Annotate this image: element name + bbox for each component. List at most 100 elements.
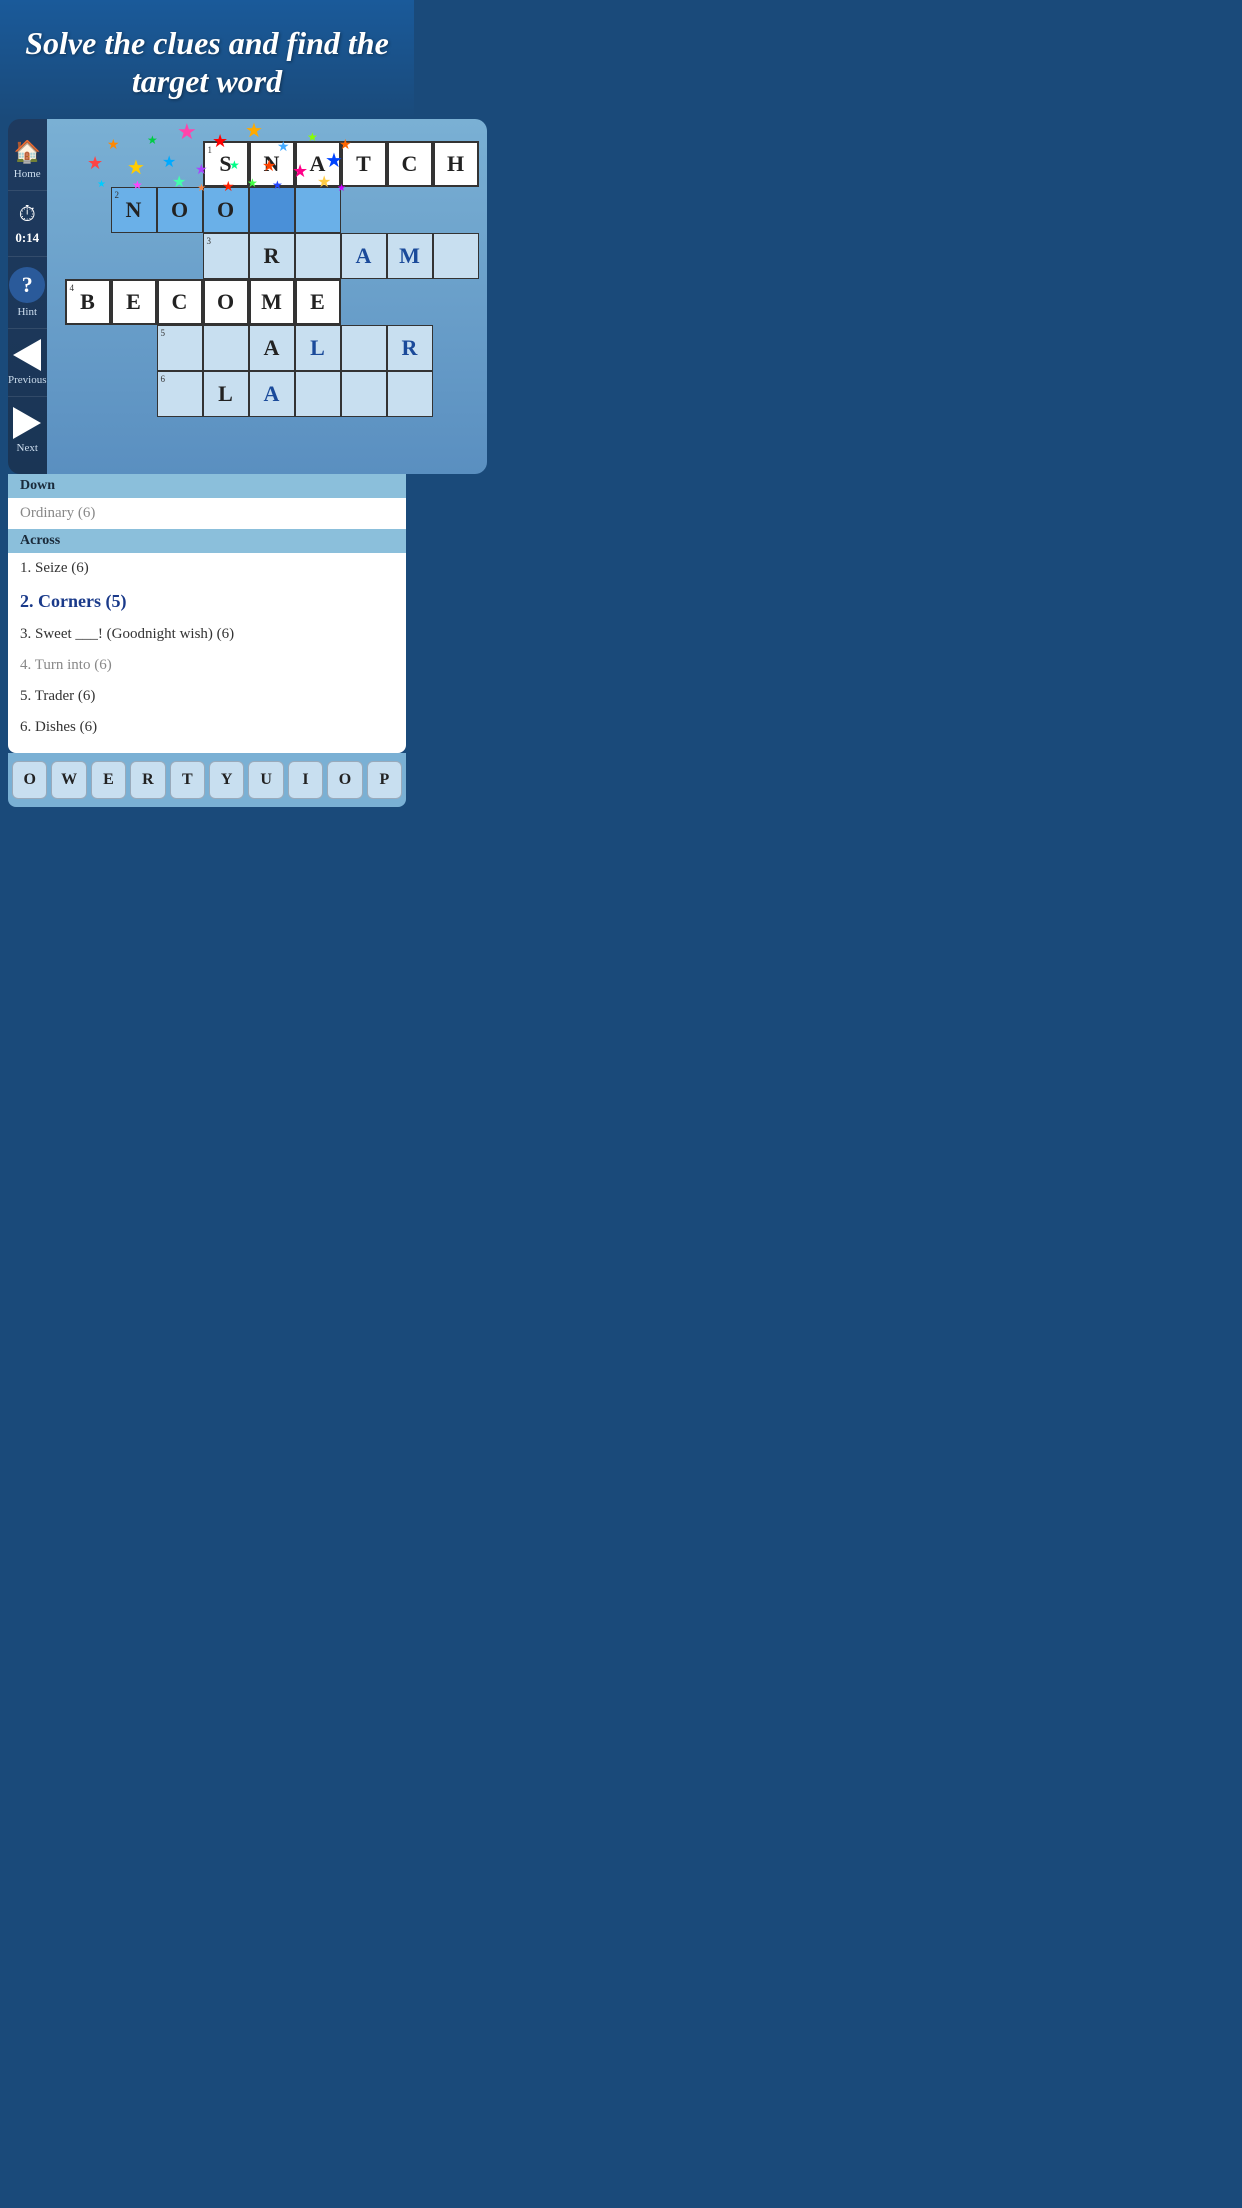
sidebar: 🏠 Home ⏱ 0:14 ? Hint Previous Next xyxy=(8,119,47,474)
cell-3-blank2[interactable] xyxy=(295,233,341,279)
keyboard: O W E R T Y U I O P xyxy=(8,753,406,807)
sidebar-item-hint[interactable]: ? Hint xyxy=(8,257,47,329)
across-clue-2[interactable]: 2. Corners (5) xyxy=(8,584,406,619)
down-clue-1[interactable]: Ordinary (6) xyxy=(8,498,406,529)
cell-empty xyxy=(157,233,203,279)
cell-4-e[interactable]: E xyxy=(111,279,157,325)
cell-1-a[interactable]: A xyxy=(295,141,341,187)
cell-6-a[interactable]: A xyxy=(249,371,295,417)
key-i[interactable]: I xyxy=(288,761,323,799)
cell-4-o[interactable]: O xyxy=(203,279,249,325)
cell-6-blank3[interactable] xyxy=(341,371,387,417)
cell-2-n[interactable]: 2N xyxy=(111,187,157,233)
cell-5-l[interactable]: L xyxy=(295,325,341,371)
game-container: 🏠 Home ⏱ 0:14 ? Hint Previous Next ★ ★ xyxy=(8,119,406,474)
cell-empty xyxy=(111,141,157,187)
timer-icon: ⏱ xyxy=(19,201,36,227)
key-p[interactable]: P xyxy=(367,761,402,799)
cell-5-blank2[interactable] xyxy=(203,325,249,371)
prev-label: Previous xyxy=(8,374,47,386)
cell-6-blank2[interactable] xyxy=(295,371,341,417)
across-clue-6[interactable]: 6. Dishes (6) xyxy=(8,712,406,743)
cell-6-l[interactable]: L xyxy=(203,371,249,417)
key-t[interactable]: T xyxy=(170,761,205,799)
across-header: Across xyxy=(8,529,406,553)
cell-3-r[interactable]: R xyxy=(249,233,295,279)
cell-1-s[interactable]: 1S xyxy=(203,141,249,187)
cell-5-blank1[interactable]: 5 xyxy=(157,325,203,371)
puzzle-area: ★ ★ ★ ★ ★ ★ ★ ★ ★ ★ ★ ★ ★ ★ ★ ★ ★ ★ ★ ★ xyxy=(47,119,487,474)
previous-icon xyxy=(13,339,41,371)
key-r[interactable]: R xyxy=(130,761,165,799)
cell-2-o2[interactable]: O xyxy=(203,187,249,233)
crossword-grid: 1S N A T C H 2N O O xyxy=(55,129,479,417)
cell-empty xyxy=(387,279,433,325)
cell-4-c[interactable]: C xyxy=(157,279,203,325)
cell-3-m[interactable]: M xyxy=(387,233,433,279)
hint-label: Hint xyxy=(17,306,37,318)
cell-3-blank1[interactable]: 3 xyxy=(203,233,249,279)
key-w[interactable]: W xyxy=(51,761,86,799)
sidebar-item-previous[interactable]: Previous xyxy=(8,329,47,397)
cell-empty xyxy=(157,141,203,187)
cell-empty xyxy=(65,325,111,371)
cell-empty xyxy=(433,187,479,233)
grid: 1S N A T C H 2N O O xyxy=(65,141,479,417)
key-y[interactable]: Y xyxy=(209,761,244,799)
header: Solve the clues and find the target word xyxy=(0,0,414,119)
cell-empty xyxy=(341,279,387,325)
home-icon: 🏠 xyxy=(14,139,41,165)
key-u[interactable]: U xyxy=(248,761,283,799)
across-clue-3[interactable]: 3. Sweet ___! (Goodnight wish) (6) xyxy=(8,619,406,650)
clues-section: Down Ordinary (6) Across 1. Seize (6) 2.… xyxy=(8,474,406,753)
across-clue-4[interactable]: 4. Turn into (6) xyxy=(8,650,406,681)
cell-empty xyxy=(65,371,111,417)
cell-5-blank3[interactable] xyxy=(341,325,387,371)
cell-1-c[interactable]: C xyxy=(387,141,433,187)
cell-2-o[interactable]: O xyxy=(157,187,203,233)
cell-2-k[interactable] xyxy=(249,187,295,233)
key-o[interactable]: O xyxy=(12,761,47,799)
cell-3-blank3[interactable] xyxy=(433,233,479,279)
cell-4-m[interactable]: M xyxy=(249,279,295,325)
cell-6-blank1[interactable]: 6 xyxy=(157,371,203,417)
grid-row-6: 6 L A xyxy=(65,371,479,417)
cell-1-h[interactable]: H xyxy=(433,141,479,187)
hint-icon: ? xyxy=(9,267,45,303)
sidebar-item-timer: ⏱ 0:14 xyxy=(8,191,47,257)
cell-5-a[interactable]: A xyxy=(249,325,295,371)
cell-empty xyxy=(111,233,157,279)
cell-empty xyxy=(341,187,387,233)
cell-2-s[interactable] xyxy=(295,187,341,233)
cell-empty xyxy=(65,187,111,233)
header-title: Solve the clues and find the target word xyxy=(20,24,394,101)
cell-1-t[interactable]: T xyxy=(341,141,387,187)
cell-5-r[interactable]: R xyxy=(387,325,433,371)
cell-1-n[interactable]: N xyxy=(249,141,295,187)
cell-empty xyxy=(65,233,111,279)
down-header: Down xyxy=(8,474,406,498)
cell-6-blank4[interactable] xyxy=(387,371,433,417)
next-label: Next xyxy=(17,442,38,454)
cell-empty xyxy=(65,141,111,187)
across-clue-5[interactable]: 5. Trader (6) xyxy=(8,681,406,712)
key-e[interactable]: E xyxy=(91,761,126,799)
across-clue-1[interactable]: 1. Seize (6) xyxy=(8,553,406,584)
grid-row-1: 1S N A T C H xyxy=(65,141,479,187)
cell-3-a[interactable]: A xyxy=(341,233,387,279)
cell-empty xyxy=(433,371,479,417)
sidebar-item-next[interactable]: Next xyxy=(8,397,47,464)
cell-empty xyxy=(433,325,479,371)
cell-4-b[interactable]: 4B xyxy=(65,279,111,325)
cell-empty xyxy=(387,187,433,233)
cell-empty xyxy=(111,325,157,371)
home-label: Home xyxy=(14,168,41,180)
cell-4-e2[interactable]: E xyxy=(295,279,341,325)
sidebar-item-home[interactable]: 🏠 Home xyxy=(8,129,47,191)
grid-row-4: 4B E C O M E xyxy=(65,279,479,325)
cell-empty xyxy=(433,279,479,325)
cell-empty xyxy=(111,371,157,417)
key-o2[interactable]: O xyxy=(327,761,362,799)
grid-row-5: 5 A L R xyxy=(65,325,479,371)
timer-value: 0:14 xyxy=(15,230,39,246)
